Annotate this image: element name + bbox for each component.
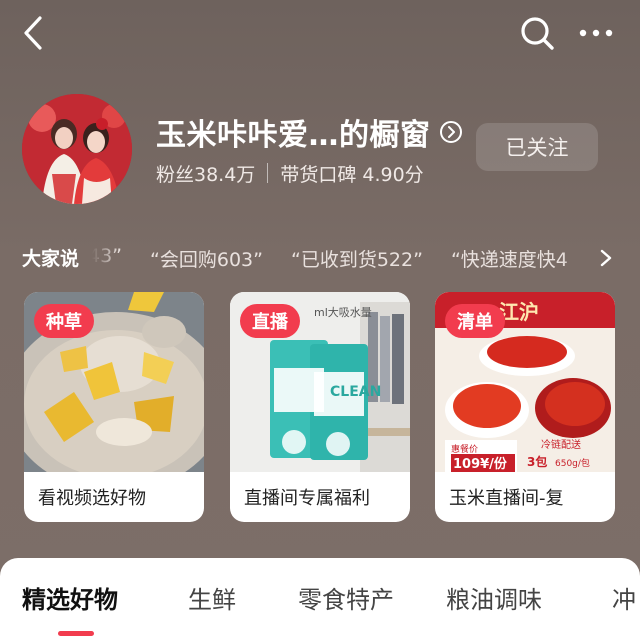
reviews-strip[interactable]: 大家说 43” “会回购603” “已收到货522” “快递速度快4 bbox=[0, 236, 640, 280]
active-tab-indicator bbox=[58, 631, 94, 636]
card-caption: 直播间专属福利 bbox=[244, 488, 370, 509]
towel-brand-text: CLEAN bbox=[330, 384, 381, 400]
follow-button[interactable]: 已关注 bbox=[476, 123, 598, 171]
price-text: 109¥/份 bbox=[453, 456, 508, 472]
review-snippet: “快递速度快4 bbox=[450, 249, 568, 271]
tab-more[interactable]: 冲 bbox=[612, 580, 636, 615]
stats-divider bbox=[267, 163, 269, 183]
card-caption: 玉米直播间-复 bbox=[449, 488, 564, 509]
card-tag-live: 直播 bbox=[240, 304, 300, 338]
product-card-video[interactable]: 种草 看视频选好物 bbox=[24, 292, 204, 522]
reviews-track: 43” “会回购603” “已收到货522” “快递速度快4 bbox=[92, 236, 584, 280]
chevron-circle-icon[interactable] bbox=[439, 120, 463, 144]
card-caption: 看视频选好物 bbox=[38, 488, 146, 509]
pack-count-text: 3包 bbox=[527, 454, 547, 469]
more-icon[interactable] bbox=[576, 18, 616, 48]
category-tab-bar: 精选好物 生鲜 零食特产 粮油调味 冲 bbox=[0, 558, 640, 644]
shop-title[interactable]: 玉米咔咔爱…的橱窗 bbox=[156, 110, 463, 154]
card-tag-seed: 种草 bbox=[34, 304, 94, 338]
shop-avatar[interactable] bbox=[22, 94, 132, 204]
followers-count: 粉丝38.4万 bbox=[156, 163, 256, 186]
tab-fresh[interactable]: 生鲜 bbox=[188, 580, 236, 615]
tab-featured[interactable]: 精选好物 bbox=[22, 580, 118, 615]
tab-snacks[interactable]: 零食特产 bbox=[298, 580, 394, 615]
top-bar bbox=[0, 0, 640, 70]
product-image-crayfish: 江沪 惠餐价 109¥/份 冷链配送 3包 650g/包 清单 bbox=[435, 292, 615, 472]
product-image-towels: CLEAN ml大吸水量 直播 bbox=[230, 292, 410, 472]
product-card-live[interactable]: CLEAN ml大吸水量 直播 直播间专属福利 bbox=[230, 292, 410, 522]
shop-title-text: 玉米咔咔爱…的橱窗 bbox=[156, 118, 431, 153]
search-icon[interactable] bbox=[518, 14, 556, 52]
product-card-list[interactable]: 江沪 惠餐价 109¥/份 冷链配送 3包 650g/包 清单 玉米直播间-复 bbox=[435, 292, 615, 522]
chevron-right-icon[interactable] bbox=[598, 248, 614, 268]
review-snippet: 43” bbox=[92, 245, 123, 267]
towel-top-text: ml大吸水量 bbox=[314, 305, 372, 319]
pack-weight-text: 650g/包 bbox=[555, 457, 590, 469]
card-tag-list: 清单 bbox=[445, 304, 505, 338]
review-snippet: “会回购603” bbox=[150, 249, 263, 271]
shop-stats: 粉丝38.4万 带货口碑 4.90分 bbox=[156, 158, 424, 188]
delivery-text: 冷链配送 bbox=[541, 438, 581, 451]
price-label-text: 惠餐价 bbox=[451, 443, 478, 455]
product-image-soup: 种草 bbox=[24, 292, 204, 472]
reputation-score: 带货口碑 4.90分 bbox=[280, 163, 424, 186]
tab-grain-oil[interactable]: 粮油调味 bbox=[446, 580, 542, 615]
review-snippet: “已收到货522” bbox=[290, 249, 423, 271]
crayfish-banner-text: 江沪 bbox=[499, 300, 539, 324]
reviews-label: 大家说 bbox=[22, 248, 80, 270]
back-icon[interactable] bbox=[18, 14, 48, 52]
